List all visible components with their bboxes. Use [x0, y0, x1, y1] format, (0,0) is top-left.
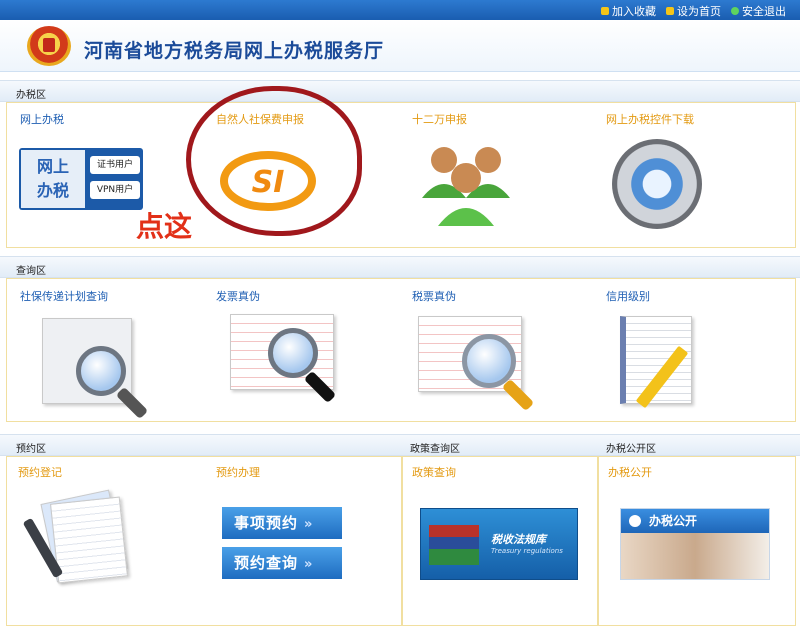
section-label-query: 查询区 — [16, 266, 46, 277]
item-si-plan-query[interactable]: 社保传递计划查询 — [20, 288, 108, 304]
logout-label: 安全退出 — [742, 5, 786, 18]
tax-emblem-logo — [27, 26, 71, 66]
booking-query-label: 预约查询 — [234, 554, 299, 572]
tax-public-banner-title: 办税公开 — [621, 509, 769, 533]
exit-icon — [731, 7, 739, 15]
item-invoice-verify[interactable]: 发票真伪 — [216, 288, 260, 304]
site-header: 河南省地方税务局网上办税服务厅 — [0, 20, 800, 72]
item-credit-level[interactable]: 信用级别 — [606, 288, 650, 304]
item-booking-handle[interactable]: 预约办理 — [216, 464, 260, 480]
section-label-policy: 政策查询区 — [410, 444, 460, 455]
item-policy-query[interactable]: 政策查询 — [412, 464, 456, 480]
credit-document-pencil-icon[interactable] — [616, 312, 726, 412]
item-booking-register[interactable]: 预约登记 — [18, 464, 62, 480]
annotation-circle — [186, 86, 362, 236]
section-header-bottom: 预约区 政策查询区 办税公开区 — [0, 434, 800, 456]
annotation-text: 点这 — [136, 210, 193, 243]
item-booking-label: 事项预约 — [234, 514, 299, 532]
top-bar: 加入收藏 设为首页 安全退出 — [0, 0, 800, 20]
online-tax-logo[interactable]: 网上 办税 证书用户 VPN用户 — [19, 148, 143, 210]
regulations-banner-sub: Treasury regulations — [491, 547, 563, 555]
double-chevron-icon: » — [304, 517, 314, 532]
cert-user-button[interactable]: 证书用户 — [90, 156, 140, 174]
regulations-banner[interactable]: 税收法规库 Treasury regulations — [420, 508, 578, 580]
set-homepage-link[interactable]: 设为首页 — [666, 3, 721, 19]
item-booking-button[interactable]: 事项预约 » — [222, 507, 342, 539]
people-group-icon[interactable] — [418, 132, 514, 228]
add-favorite-link[interactable]: 加入收藏 — [601, 3, 656, 19]
section-header-office: 办税区 — [0, 80, 800, 102]
vpn-user-button[interactable]: VPN用户 — [90, 181, 140, 199]
section-header-query: 查询区 — [0, 256, 800, 278]
site-title: 河南省地方税务局网上办税服务厅 — [84, 40, 385, 62]
home-icon — [666, 7, 674, 15]
item-online-tax[interactable]: 网上办税 — [20, 111, 64, 127]
disc-download-icon[interactable] — [612, 139, 702, 229]
online-tax-logo-text: 网上 办税 — [21, 150, 85, 208]
top-links: 加入收藏 设为首页 安全退出 — [601, 3, 786, 19]
section-label-booking: 预约区 — [16, 444, 46, 455]
set-homepage-label: 设为首页 — [677, 5, 721, 18]
regulations-banner-text: 税收法规库 — [491, 533, 546, 546]
logout-link[interactable]: 安全退出 — [731, 3, 786, 19]
item-tax-public[interactable]: 办税公开 — [608, 464, 652, 480]
tax-ticket-magnifier-icon[interactable] — [418, 312, 535, 412]
item-control-download[interactable]: 网上办税控件下载 — [606, 111, 694, 127]
section-label-office: 办税区 — [16, 90, 46, 101]
booking-register-icon[interactable] — [22, 489, 132, 590]
books-icon — [429, 525, 479, 565]
invoice-magnifier-icon[interactable] — [230, 310, 340, 410]
tax-public-banner[interactable]: 办税公开 — [620, 508, 770, 580]
item-120k-declaration[interactable]: 十二万申报 — [412, 111, 467, 127]
booking-query-button[interactable]: 预约查询 » — [222, 547, 342, 579]
add-favorite-label: 加入收藏 — [612, 5, 656, 18]
double-chevron-icon: » — [304, 557, 314, 572]
section-label-public: 办税公开区 — [606, 444, 656, 455]
star-icon — [601, 7, 609, 15]
tax-public-photo — [621, 533, 769, 579]
si-plan-query-icon[interactable] — [38, 312, 149, 420]
item-tax-ticket-verify[interactable]: 税票真伪 — [412, 288, 456, 304]
play-circle-icon — [629, 515, 641, 527]
